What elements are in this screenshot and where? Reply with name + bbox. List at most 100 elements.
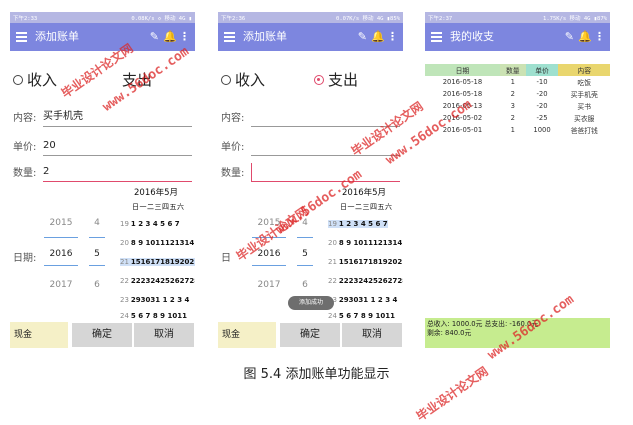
year-next[interactable]: 2017 [254, 280, 284, 290]
expense-radio[interactable]: 支出 [108, 69, 152, 90]
edit-icon[interactable]: ✎ [150, 30, 159, 44]
type-radio-group: 收入 支出 [10, 67, 195, 93]
status-bar: 下午2:37 1.75K/s 移动 4G ▮87% [425, 12, 610, 23]
bell-icon[interactable]: 🔔 [371, 30, 385, 44]
month-next[interactable]: 6 [90, 280, 104, 290]
more-icon[interactable]: ⋮ [594, 30, 605, 44]
income-radio[interactable]: 收入 [221, 69, 265, 90]
week-number: 21 [120, 258, 129, 266]
month-selected[interactable]: 5 [90, 249, 104, 259]
column-header-date: 日期 [425, 64, 500, 76]
expense-label: 支出 [122, 71, 153, 89]
year-prev[interactable]: 2015 [254, 218, 284, 228]
table-row[interactable]: 2016-05-18 2 -20 买手机壳 [425, 88, 610, 100]
year-prev[interactable]: 2015 [46, 218, 76, 228]
income-radio[interactable]: 收入 [13, 69, 57, 90]
payment-method[interactable]: 现金 [218, 322, 276, 348]
payment-method[interactable]: 现金 [10, 322, 68, 348]
week-number: 21 [328, 258, 337, 266]
calendar-title: 2016年5月 [134, 188, 179, 198]
qty-field[interactable]: 2 [43, 163, 192, 182]
summary-totals: 总收入: 1000.0元 总支出: -160.0元 [427, 320, 539, 328]
status-indicators: 0.07K/s 移动 4G ▮85% [336, 15, 400, 22]
calendar-week-row[interactable]: 22 22232425262728 [328, 277, 403, 285]
calendar-week-row[interactable]: 22 22232425262728 [120, 277, 195, 285]
cell-content: 吃饭 [577, 79, 592, 87]
cell-price: -20 [536, 102, 548, 110]
date-label: 日 [221, 253, 231, 264]
calendar-week-row[interactable]: 19 1 2 3 4 5 6 7 [120, 220, 180, 228]
calendar-week-row[interactable]: 20 8 9 1011121314 [120, 239, 194, 247]
month-prev[interactable]: 4 [90, 218, 104, 228]
month-selected[interactable]: 5 [298, 249, 312, 259]
cell-content: 买手机壳 [570, 91, 598, 99]
calendar-week-row[interactable]: 23293031 1 2 3 4 [328, 296, 397, 304]
calendar-week-row[interactable]: 21 15161718192021 [328, 258, 403, 266]
menu-icon[interactable] [16, 32, 27, 42]
year-next[interactable]: 2017 [46, 280, 76, 290]
calendar-title: 2016年5月 [342, 188, 387, 198]
content-field[interactable]: 买手机壳 [43, 108, 192, 127]
calendar-week-row[interactable]: 24 5 6 7 8 9 1011 [328, 312, 395, 320]
bell-icon[interactable]: 🔔 [578, 30, 592, 44]
calendar-week-row[interactable]: 24 5 6 7 8 9 1011 [120, 312, 187, 320]
calendar-week-row[interactable]: 23293031 1 2 3 4 [120, 296, 189, 304]
table-row[interactable]: 2016-05-13 3 -20 买书 [425, 100, 610, 112]
week-number: 19 [120, 220, 129, 228]
calendar-weekdays: 日一二三四五六 [132, 203, 185, 211]
week-days: 22232425262728 [130, 277, 195, 285]
edit-icon[interactable]: ✎ [565, 30, 574, 44]
picker-divider [89, 265, 105, 266]
table-row[interactable]: 2016-05-02 2 -25 买衣服 [425, 112, 610, 124]
cell-price: -20 [536, 90, 548, 98]
edit-icon[interactable]: ✎ [358, 30, 367, 44]
expense-radio[interactable]: 支出 [314, 69, 358, 90]
content-field[interactable] [251, 108, 400, 127]
calendar-week-row[interactable]: 20 8 9 1011121314 [328, 239, 402, 247]
confirm-button[interactable]: 确定 [280, 323, 340, 347]
more-icon[interactable]: ⋮ [179, 30, 190, 44]
more-icon[interactable]: ⋮ [387, 30, 398, 44]
cell-date: 2016-05-02 [442, 114, 483, 122]
cell-date: 2016-05-01 [442, 126, 483, 134]
menu-icon[interactable] [224, 32, 235, 42]
price-field[interactable]: 20 [43, 137, 192, 156]
table-row[interactable]: 2016-05-01 1 1000 爸爸打钱 [425, 124, 610, 136]
cancel-button[interactable]: 取消 [342, 323, 402, 347]
table-row[interactable]: 2016-05-18 1 -10 吃饭 [425, 76, 610, 88]
phone-screen-my-finance: 下午2:37 1.75K/s 移动 4G ▮87% 我的收支 ✎ 🔔 ⋮ 日期 … [425, 12, 610, 348]
cell-content: 买书 [577, 103, 592, 111]
month-next[interactable]: 6 [298, 280, 312, 290]
radio-circle-checked [314, 74, 324, 85]
qty-label: 数量: [13, 168, 37, 179]
year-selected[interactable]: 2016 [254, 249, 284, 259]
column-header-price: 单价 [525, 64, 559, 76]
picker-divider [44, 265, 78, 266]
cancel-button[interactable]: 取消 [134, 323, 194, 347]
bell-icon[interactable]: 🔔 [163, 30, 177, 44]
week-number: 22 [328, 277, 337, 285]
calendar-week-row-selected[interactable]: 21 15161718192021 [120, 258, 195, 266]
cell-date: 2016-05-18 [442, 90, 483, 98]
week-days: 15161718192021 [338, 258, 403, 266]
menu-icon[interactable] [431, 32, 442, 42]
month-prev[interactable]: 4 [298, 218, 312, 228]
confirm-button[interactable]: 确定 [72, 323, 132, 347]
calendar-week-row-selected[interactable]: 19 1 2 3 4 5 6 7 [328, 220, 388, 228]
cell-date: 2016-05-13 [442, 102, 483, 110]
income-label: 收入 [235, 71, 266, 89]
week-number: 20 [120, 239, 129, 247]
income-label: 收入 [27, 71, 58, 89]
week-days: 15161718192021 [130, 258, 195, 266]
picker-divider [44, 237, 78, 238]
picker-divider [297, 237, 313, 238]
status-time: 下午2:36 [221, 15, 246, 22]
app-bar: 添加账单 ✎ 🔔 ⋮ [218, 23, 403, 51]
price-field[interactable] [251, 137, 400, 156]
qty-field[interactable] [251, 163, 400, 182]
cell-content: 买衣服 [574, 115, 595, 123]
price-label: 单价: [221, 142, 245, 153]
year-selected[interactable]: 2016 [46, 249, 76, 259]
week-days: 1 2 3 4 5 6 7 [338, 220, 388, 228]
transactions-table: 日期 数量 单价 内容 2016-05-18 1 -10 吃饭 2016-05-… [425, 64, 610, 136]
